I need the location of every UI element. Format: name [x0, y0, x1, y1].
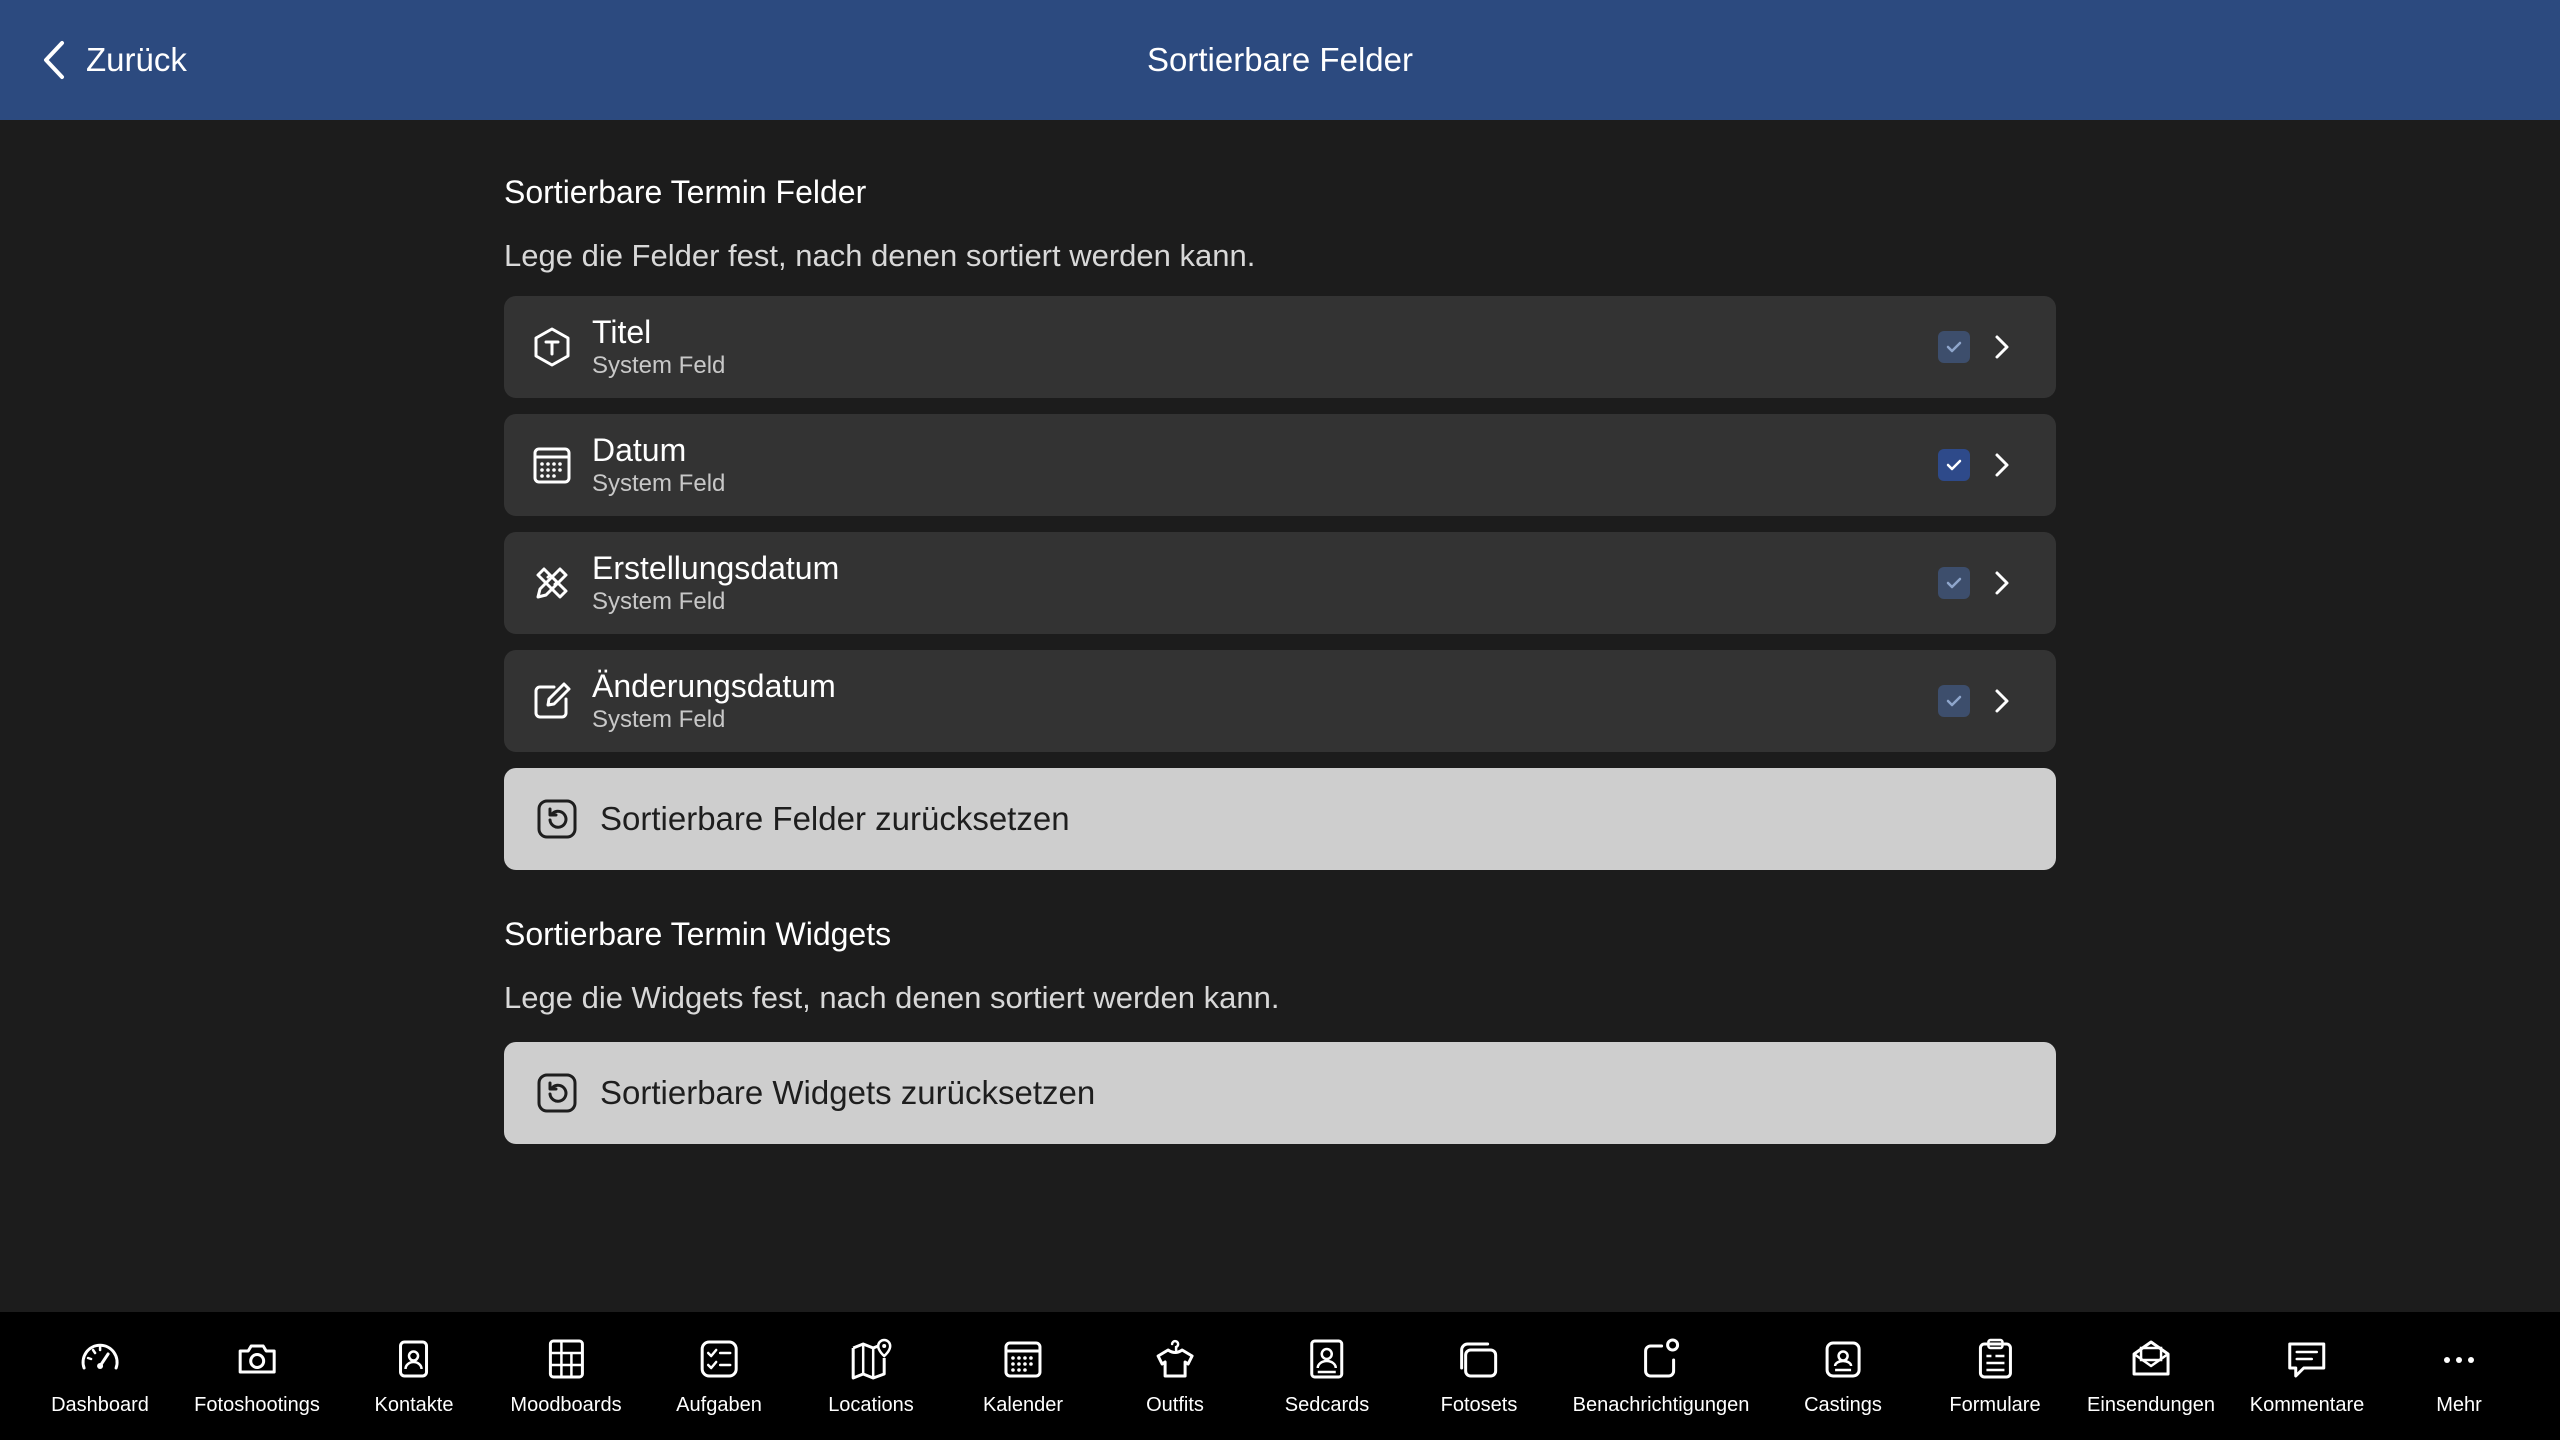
comment-icon	[2288, 1342, 2326, 1378]
tab-fotoshootings[interactable]: Fotoshootings	[194, 1336, 320, 1417]
chevron-right-icon	[1995, 571, 2009, 595]
map-icon	[851, 1338, 892, 1380]
tab-aufgaben[interactable]: Aufgaben	[676, 1336, 762, 1417]
id-card-icon	[1310, 1339, 1344, 1379]
tab-label: Aufgaben	[676, 1394, 762, 1416]
tab-sedcards[interactable]: Sedcards	[1284, 1336, 1370, 1417]
sortable-checkbox[interactable]	[1938, 449, 1970, 481]
tab-benachrichtigungen[interactable]: Benachrichtigungen	[1572, 1336, 1750, 1417]
pencil-ruler-icon	[530, 561, 574, 605]
tab-label: Outfits	[1146, 1394, 1204, 1416]
tab-label: Benachrichtigungen	[1572, 1394, 1750, 1416]
tab-dashboard[interactable]: Dashboard	[51, 1336, 149, 1417]
field-text: Titel System Feld	[592, 313, 725, 381]
back-button[interactable]: Zurück	[38, 30, 187, 90]
camera-icon	[238, 1344, 276, 1374]
widgets-section-title: Sortierbare Termin Widgets	[504, 916, 892, 952]
tab-label: Fotosets	[1440, 1394, 1518, 1416]
navigation-header: Zurück Sortierbare Felder	[0, 0, 2560, 120]
field-name: Erstellungsdatum	[592, 550, 840, 586]
tab-bar: Dashboard Fotoshootings Kontakte Moodboa…	[0, 1312, 2560, 1440]
tab-kommentare[interactable]: Kommentare	[2249, 1336, 2365, 1417]
fields-section-title: Sortierbare Termin Felder	[504, 174, 867, 210]
tab-label: Sedcards	[1284, 1394, 1370, 1416]
checkmark-icon	[1946, 341, 1962, 353]
reset-widgets-label: Sortierbare Widgets zurücksetzen	[600, 1074, 1096, 1111]
grid-icon	[548, 1339, 584, 1379]
tab-label: Fotoshootings	[194, 1394, 320, 1416]
tab-kontakte[interactable]: Kontakte	[374, 1336, 454, 1417]
checklist-icon	[700, 1340, 738, 1378]
chevron-right-icon	[1995, 689, 2009, 713]
checkmark-icon	[1946, 577, 1962, 589]
badge-icon	[1825, 1341, 1861, 1378]
tab-label: Einsendungen	[2087, 1394, 2215, 1416]
tab-label: Dashboard	[51, 1394, 149, 1416]
field-name: Änderungsdatum	[592, 668, 836, 704]
field-row-titel[interactable]: Titel System Feld	[504, 296, 2056, 398]
clipboard-icon	[1978, 1338, 2012, 1379]
calendar-icon	[1004, 1341, 1042, 1378]
field-text: Datum System Feld	[592, 431, 725, 499]
tab-label: Kalender	[982, 1394, 1064, 1416]
tab-formulare[interactable]: Formulare	[1949, 1336, 2041, 1417]
mail-open-icon	[2132, 1340, 2170, 1376]
tab-einsendungen[interactable]: Einsendungen	[2087, 1336, 2215, 1417]
title-icon	[530, 325, 574, 369]
tab-label: Mehr	[2436, 1394, 2482, 1416]
tab-label: Moodboards	[510, 1394, 622, 1416]
field-subtitle: System Feld	[592, 470, 726, 497]
calendar-icon	[530, 443, 574, 487]
tab-locations[interactable]: Locations	[828, 1336, 914, 1417]
main-content: Sortierbare Termin Felder Lege die Felde…	[504, 120, 2056, 1144]
reset-fields-button[interactable]: Sortierbare Felder zurücksetzen	[504, 768, 2056, 870]
field-row-erstellungsdatum[interactable]: Erstellungsdatum System Feld	[504, 532, 2056, 634]
fields-section-description: Lege die Felder fest, nach denen sortier…	[504, 238, 1256, 273]
sortable-checkbox[interactable]	[1938, 685, 1970, 717]
widgets-section-description: Lege die Widgets fest, nach denen sortie…	[504, 980, 1280, 1015]
field-subtitle: System Feld	[592, 706, 726, 733]
contact-icon	[399, 1340, 429, 1378]
reset-fields-label: Sortierbare Felder zurücksetzen	[600, 800, 1070, 837]
tab-label: Formulare	[1949, 1394, 2041, 1416]
chevron-right-icon	[1995, 453, 2009, 477]
sortable-checkbox[interactable]	[1938, 331, 1970, 363]
field-list: Titel System Feld Datum System Feld Erst…	[504, 296, 2056, 752]
tab-moodboards[interactable]: Moodboards	[510, 1336, 622, 1417]
field-row-datum[interactable]: Datum System Feld	[504, 414, 2056, 516]
reset-icon	[537, 1073, 577, 1113]
more-icon	[2444, 1357, 2474, 1363]
tab-fotosets[interactable]: Fotosets	[1440, 1336, 1518, 1417]
notification-icon	[1644, 1338, 1680, 1378]
speedometer-icon	[81, 1343, 119, 1370]
field-text: Änderungsdatum System Feld	[592, 667, 836, 735]
back-label: Zurück	[86, 41, 187, 78]
field-text: Erstellungsdatum System Feld	[592, 549, 839, 617]
reset-widgets-button[interactable]: Sortierbare Widgets zurücksetzen	[504, 1042, 2056, 1144]
app-root: Zurück Sortierbare Felder Sortierbare Te…	[0, 0, 2560, 1440]
field-name: Titel	[592, 314, 652, 350]
edit-icon	[530, 679, 574, 723]
checkmark-icon	[1946, 695, 1962, 707]
field-name: Datum	[592, 432, 687, 468]
page-title: Sortierbare Felder	[1147, 41, 1413, 78]
sortable-checkbox[interactable]	[1938, 567, 1970, 599]
tab-castings[interactable]: Castings	[1804, 1336, 1882, 1417]
tab-outfits[interactable]: Outfits	[1146, 1336, 1204, 1417]
field-subtitle: System Feld	[592, 352, 726, 379]
field-row-aenderungsdatum[interactable]: Änderungsdatum System Feld	[504, 650, 2056, 752]
tab-mehr[interactable]: Mehr	[2436, 1336, 2482, 1417]
hanger-icon	[1156, 1339, 1194, 1378]
chevron-right-icon	[1995, 335, 2009, 359]
checkmark-icon	[1946, 459, 1962, 471]
field-subtitle: System Feld	[592, 588, 726, 615]
chevron-left-icon	[44, 41, 64, 79]
reset-icon	[537, 799, 577, 839]
tab-kalender[interactable]: Kalender	[983, 1336, 1063, 1417]
tab-label: Kommentare	[2249, 1394, 2365, 1416]
tab-label: Castings	[1804, 1394, 1882, 1416]
tab-label: Locations	[828, 1394, 914, 1416]
tab-label: Kontakte	[374, 1394, 454, 1416]
photos-icon	[1460, 1342, 1498, 1378]
